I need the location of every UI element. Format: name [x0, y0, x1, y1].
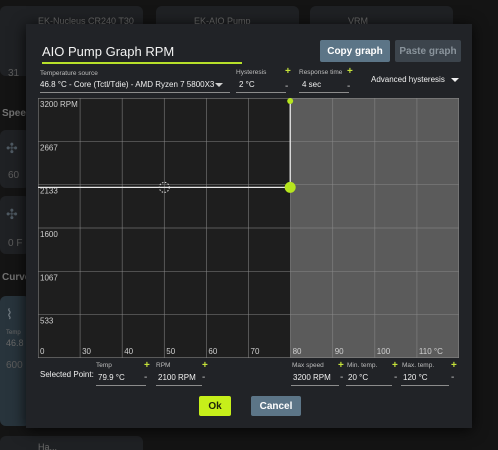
fan-curve-graph[interactable]: 0 30 40 50 60 70 80 90 100 110 °C3200 RPM26672133…	[38, 98, 459, 358]
chevron-down-icon[interactable]	[215, 83, 223, 87]
pump-graph-dialog: AIO Pump Graph RPM Copy graph Paste grap…	[26, 24, 472, 428]
max-temp-label: Max. temp.	[402, 362, 435, 369]
paste-graph-button[interactable]: Paste graph	[395, 40, 461, 62]
y-tick-label: 3200 RPM	[40, 100, 78, 109]
temperature-source-label: Temperature source	[40, 70, 98, 77]
response-time-value[interactable]: 4 sec	[302, 80, 321, 89]
x-tick-label: 90	[335, 347, 344, 356]
point-temp-label: Temp	[96, 362, 112, 369]
point-temp-value[interactable]: 79.9 °C	[98, 373, 125, 382]
max-speed-underline	[291, 385, 339, 386]
point-rpm-label: RPM	[156, 362, 171, 369]
copy-graph-button[interactable]: Copy graph	[320, 40, 390, 62]
graph-title-input[interactable]: AIO Pump Graph RPM	[42, 44, 242, 64]
x-tick-label: 40	[124, 347, 133, 356]
selected-point-label: Selected Point:	[40, 370, 94, 379]
response-time-increase-button[interactable]: +	[347, 67, 353, 77]
response-time-label: Response time	[299, 69, 343, 76]
hysteresis-underline	[236, 92, 286, 93]
y-tick-label: 533	[40, 317, 54, 326]
hysteresis-decrease-button[interactable]: -	[285, 82, 288, 92]
bg-card-bottom-title: Ha...	[38, 442, 58, 450]
response-time-underline	[299, 92, 349, 93]
y-tick-label: 1067	[40, 273, 58, 282]
point-rpm-increase-button[interactable]: +	[202, 361, 208, 371]
max-temp-decrease-button[interactable]: -	[451, 373, 454, 383]
ok-button[interactable]: Ok	[199, 396, 231, 416]
max-speed-decrease-button[interactable]: -	[340, 373, 343, 383]
x-tick-label: 100	[377, 347, 391, 356]
x-tick-label: 80	[293, 347, 302, 356]
x-tick-label: 60	[208, 347, 217, 356]
advanced-hysteresis-dropdown[interactable]: Advanced hysteresis	[371, 75, 445, 84]
bg-fan-value-1: 60	[8, 170, 20, 181]
point-temp-increase-button[interactable]: +	[144, 361, 150, 371]
min-temp-value[interactable]: 20 °C	[348, 373, 368, 382]
point-rpm-underline	[156, 385, 202, 386]
point-temp-underline	[96, 385, 146, 386]
temperature-source-select[interactable]: 46.8 °C - Core (Tctl/Tdie) - AMD Ryzen 7…	[40, 80, 214, 89]
bg-stat-value: 31	[8, 68, 20, 79]
chevron-down-icon[interactable]	[451, 78, 459, 82]
temperature-source-underline	[40, 92, 230, 93]
hysteresis-label: Hysteresis	[236, 69, 267, 76]
fan-icon: ✣	[6, 140, 18, 156]
hysteresis-increase-button[interactable]: +	[285, 67, 291, 77]
cancel-button[interactable]: Cancel	[251, 396, 301, 416]
bg-curve-temp-value: 46.8	[6, 338, 24, 348]
max-temp-increase-button[interactable]: +	[451, 361, 457, 371]
min-temp-increase-button[interactable]: +	[338, 361, 344, 371]
bg-speed-heading: Spee	[2, 108, 26, 119]
point-temp-decrease-button[interactable]: -	[144, 373, 147, 383]
min-temp-increase-button-2[interactable]: +	[392, 361, 398, 371]
point-rpm-decrease-button[interactable]: -	[202, 373, 205, 383]
selected-curve-point[interactable]	[284, 181, 296, 193]
x-tick-label: 0	[40, 347, 45, 356]
curve-point[interactable]	[287, 98, 294, 104]
bg-fan-value-2: 0 F	[8, 238, 23, 249]
fan-icon: ✣	[6, 206, 18, 222]
x-tick-label: 110 °C	[419, 347, 443, 356]
max-temp-underline	[401, 385, 449, 386]
response-time-decrease-button[interactable]: -	[347, 82, 350, 92]
bg-curve-temp-label: Temp	[6, 330, 21, 336]
min-temp-label: Min. temp.	[347, 362, 378, 369]
y-tick-label: 1600	[40, 230, 58, 239]
hysteresis-value[interactable]: 2 °C	[239, 80, 255, 89]
y-tick-label: 2667	[40, 143, 58, 152]
x-tick-label: 50	[166, 347, 175, 356]
bg-curve-value: 600	[6, 360, 23, 371]
x-tick-label: 70	[251, 347, 260, 356]
min-temp-underline	[346, 385, 392, 386]
min-temp-decrease-button[interactable]: -	[394, 373, 397, 383]
graph-icon: ⌇	[6, 306, 13, 322]
bg-card-bottom	[0, 436, 143, 450]
max-speed-label: Max speed	[292, 362, 324, 369]
max-speed-value[interactable]: 3200 RPM	[293, 373, 331, 382]
point-rpm-value[interactable]: 2100 RPM	[158, 373, 196, 382]
max-temp-value[interactable]: 120 °C	[403, 373, 428, 382]
x-tick-label: 30	[82, 347, 91, 356]
